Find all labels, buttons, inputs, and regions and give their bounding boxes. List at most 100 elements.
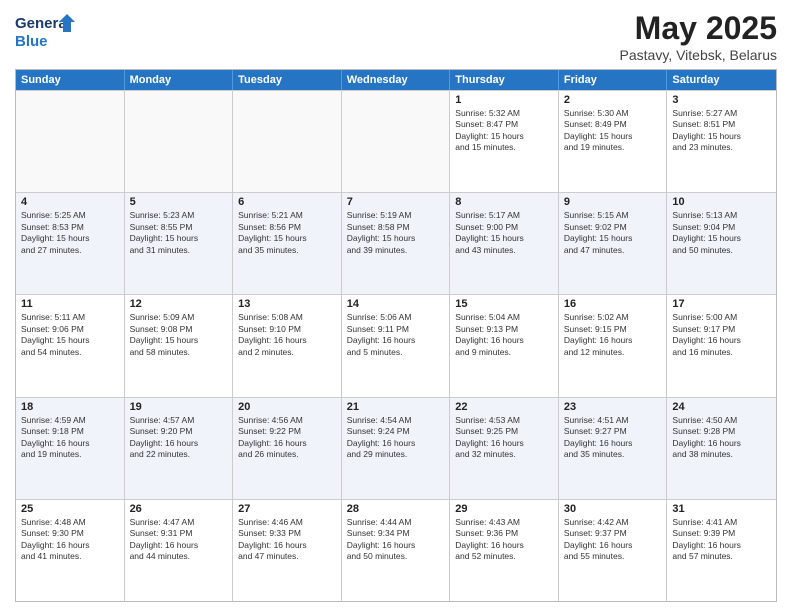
calendar-body: 1 Sunrise: 5:32 AM Sunset: 8:47 PM Daylig… <box>16 90 776 601</box>
cell-info: Sunrise: 5:19 AM Sunset: 8:58 PM Dayligh… <box>347 210 445 256</box>
cell-info: Sunrise: 4:56 AM Sunset: 9:22 PM Dayligh… <box>238 415 336 461</box>
cell-info: Sunrise: 4:48 AM Sunset: 9:30 PM Dayligh… <box>21 517 119 563</box>
cell-info: Sunrise: 5:00 AM Sunset: 9:17 PM Dayligh… <box>672 312 771 358</box>
day-number: 13 <box>238 298 336 310</box>
calendar-cell <box>16 91 125 192</box>
calendar-cell: 27 Sunrise: 4:46 AM Sunset: 9:33 PM Dayli… <box>233 500 342 601</box>
calendar-cell: 21 Sunrise: 4:54 AM Sunset: 9:24 PM Dayli… <box>342 398 451 499</box>
day-number: 25 <box>21 503 119 515</box>
calendar-cell: 8 Sunrise: 5:17 AM Sunset: 9:00 PM Daylig… <box>450 193 559 294</box>
cell-info: Sunrise: 4:42 AM Sunset: 9:37 PM Dayligh… <box>564 517 662 563</box>
day-number: 22 <box>455 401 553 413</box>
day-number: 4 <box>21 196 119 208</box>
day-number: 27 <box>238 503 336 515</box>
calendar-cell: 10 Sunrise: 5:13 AM Sunset: 9:04 PM Dayli… <box>667 193 776 294</box>
cell-info: Sunrise: 4:43 AM Sunset: 9:36 PM Dayligh… <box>455 517 553 563</box>
calendar-cell: 5 Sunrise: 5:23 AM Sunset: 8:55 PM Daylig… <box>125 193 234 294</box>
calendar-cell: 11 Sunrise: 5:11 AM Sunset: 9:06 PM Dayli… <box>16 295 125 396</box>
calendar-cell: 9 Sunrise: 5:15 AM Sunset: 9:02 PM Daylig… <box>559 193 668 294</box>
calendar-cell: 23 Sunrise: 4:51 AM Sunset: 9:27 PM Dayli… <box>559 398 668 499</box>
logo-icon: General Blue <box>15 10 75 52</box>
day-number: 31 <box>672 503 771 515</box>
calendar-cell: 18 Sunrise: 4:59 AM Sunset: 9:18 PM Dayli… <box>16 398 125 499</box>
cell-info: Sunrise: 5:17 AM Sunset: 9:00 PM Dayligh… <box>455 210 553 256</box>
day-number: 26 <box>130 503 228 515</box>
calendar-cell <box>125 91 234 192</box>
cell-info: Sunrise: 4:46 AM Sunset: 9:33 PM Dayligh… <box>238 517 336 563</box>
day-number: 29 <box>455 503 553 515</box>
day-number: 5 <box>130 196 228 208</box>
cell-info: Sunrise: 5:15 AM Sunset: 9:02 PM Dayligh… <box>564 210 662 256</box>
day-number: 20 <box>238 401 336 413</box>
cell-info: Sunrise: 4:54 AM Sunset: 9:24 PM Dayligh… <box>347 415 445 461</box>
page: General Blue May 2025 Pastavy, Vitebsk, … <box>0 0 792 612</box>
calendar-cell: 3 Sunrise: 5:27 AM Sunset: 8:51 PM Daylig… <box>667 91 776 192</box>
title-block: May 2025 Pastavy, Vitebsk, Belarus <box>620 10 777 63</box>
cell-info: Sunrise: 5:02 AM Sunset: 9:15 PM Dayligh… <box>564 312 662 358</box>
cell-info: Sunrise: 5:08 AM Sunset: 9:10 PM Dayligh… <box>238 312 336 358</box>
calendar-cell: 7 Sunrise: 5:19 AM Sunset: 8:58 PM Daylig… <box>342 193 451 294</box>
calendar-cell: 15Sunrise: 5:04 AM Sunset: 9:13 PM Dayli… <box>450 295 559 396</box>
cell-info: Sunrise: 5:09 AM Sunset: 9:08 PM Dayligh… <box>130 312 228 358</box>
cell-info: Sunrise: 5:11 AM Sunset: 9:06 PM Dayligh… <box>21 312 119 358</box>
cell-info: Sunrise: 5:27 AM Sunset: 8:51 PM Dayligh… <box>672 108 771 154</box>
weekday-header: Friday <box>559 70 668 90</box>
day-number: 28 <box>347 503 445 515</box>
cell-info: Sunrise: 5:30 AM Sunset: 8:49 PM Dayligh… <box>564 108 662 154</box>
calendar-cell: 25 Sunrise: 4:48 AM Sunset: 9:30 PM Dayli… <box>16 500 125 601</box>
day-number: 3 <box>672 94 771 106</box>
day-number: 7 <box>347 196 445 208</box>
subtitle: Pastavy, Vitebsk, Belarus <box>620 47 777 63</box>
weekday-header: Sunday <box>16 70 125 90</box>
main-title: May 2025 <box>620 10 777 47</box>
cell-info: Sunrise: 5:13 AM Sunset: 9:04 PM Dayligh… <box>672 210 771 256</box>
cell-info: Sunrise: 5:06 AM Sunset: 9:11 PM Dayligh… <box>347 312 445 358</box>
calendar-cell: 12 Sunrise: 5:09 AM Sunset: 9:08 PM Dayli… <box>125 295 234 396</box>
calendar-row: 4 Sunrise: 5:25 AM Sunset: 8:53 PM Daylig… <box>16 192 776 294</box>
day-number: 2 <box>564 94 662 106</box>
calendar-cell: 1 Sunrise: 5:32 AM Sunset: 8:47 PM Daylig… <box>450 91 559 192</box>
day-number: 1 <box>455 94 553 106</box>
calendar-row: 1 Sunrise: 5:32 AM Sunset: 8:47 PM Daylig… <box>16 90 776 192</box>
calendar-header: SundayMondayTuesdayWednesdayThursdayFrid… <box>16 70 776 90</box>
calendar-cell <box>233 91 342 192</box>
header: General Blue May 2025 Pastavy, Vitebsk, … <box>15 10 777 63</box>
day-number: 8 <box>455 196 553 208</box>
day-number: 19 <box>130 401 228 413</box>
cell-info: Sunrise: 5:23 AM Sunset: 8:55 PM Dayligh… <box>130 210 228 256</box>
day-number: 9 <box>564 196 662 208</box>
day-number: 11 <box>21 298 119 310</box>
calendar-cell: 24 Sunrise: 4:50 AM Sunset: 9:28 PM Dayli… <box>667 398 776 499</box>
svg-text:General: General <box>15 15 71 32</box>
calendar-cell: 6Sunrise: 5:21 AM Sunset: 8:56 PM Daylig… <box>233 193 342 294</box>
day-number: 18 <box>21 401 119 413</box>
calendar-cell: 13 Sunrise: 5:08 AM Sunset: 9:10 PM Dayli… <box>233 295 342 396</box>
calendar: SundayMondayTuesdayWednesdayThursdayFrid… <box>15 69 777 602</box>
cell-info: Sunrise: 4:50 AM Sunset: 9:28 PM Dayligh… <box>672 415 771 461</box>
cell-info: Sunrise: 5:25 AM Sunset: 8:53 PM Dayligh… <box>21 210 119 256</box>
weekday-header: Monday <box>125 70 234 90</box>
day-number: 16 <box>564 298 662 310</box>
day-number: 21 <box>347 401 445 413</box>
day-number: 23 <box>564 401 662 413</box>
calendar-cell: 30 Sunrise: 4:42 AM Sunset: 9:37 PM Dayli… <box>559 500 668 601</box>
cell-info: Sunrise: 5:04 AM Sunset: 9:13 PM Dayligh… <box>455 312 553 358</box>
day-number: 24 <box>672 401 771 413</box>
calendar-cell: 17Sunrise: 5:00 AM Sunset: 9:17 PM Dayli… <box>667 295 776 396</box>
weekday-header: Tuesday <box>233 70 342 90</box>
calendar-cell: 16 Sunrise: 5:02 AM Sunset: 9:15 PM Dayli… <box>559 295 668 396</box>
calendar-row: 25 Sunrise: 4:48 AM Sunset: 9:30 PM Dayli… <box>16 499 776 601</box>
calendar-row: 18 Sunrise: 4:59 AM Sunset: 9:18 PM Dayli… <box>16 397 776 499</box>
cell-info: Sunrise: 4:44 AM Sunset: 9:34 PM Dayligh… <box>347 517 445 563</box>
weekday-header: Wednesday <box>342 70 451 90</box>
day-number: 30 <box>564 503 662 515</box>
day-number: 10 <box>672 196 771 208</box>
calendar-cell: 31 Sunrise: 4:41 AM Sunset: 9:39 PM Dayli… <box>667 500 776 601</box>
cell-info: Sunrise: 4:41 AM Sunset: 9:39 PM Dayligh… <box>672 517 771 563</box>
cell-info: Sunrise: 4:51 AM Sunset: 9:27 PM Dayligh… <box>564 415 662 461</box>
cell-info: Sunrise: 4:59 AM Sunset: 9:18 PM Dayligh… <box>21 415 119 461</box>
logo: General Blue <box>15 10 75 52</box>
calendar-cell: 4 Sunrise: 5:25 AM Sunset: 8:53 PM Daylig… <box>16 193 125 294</box>
day-number: 12 <box>130 298 228 310</box>
cell-info: Sunrise: 5:32 AM Sunset: 8:47 PM Dayligh… <box>455 108 553 154</box>
